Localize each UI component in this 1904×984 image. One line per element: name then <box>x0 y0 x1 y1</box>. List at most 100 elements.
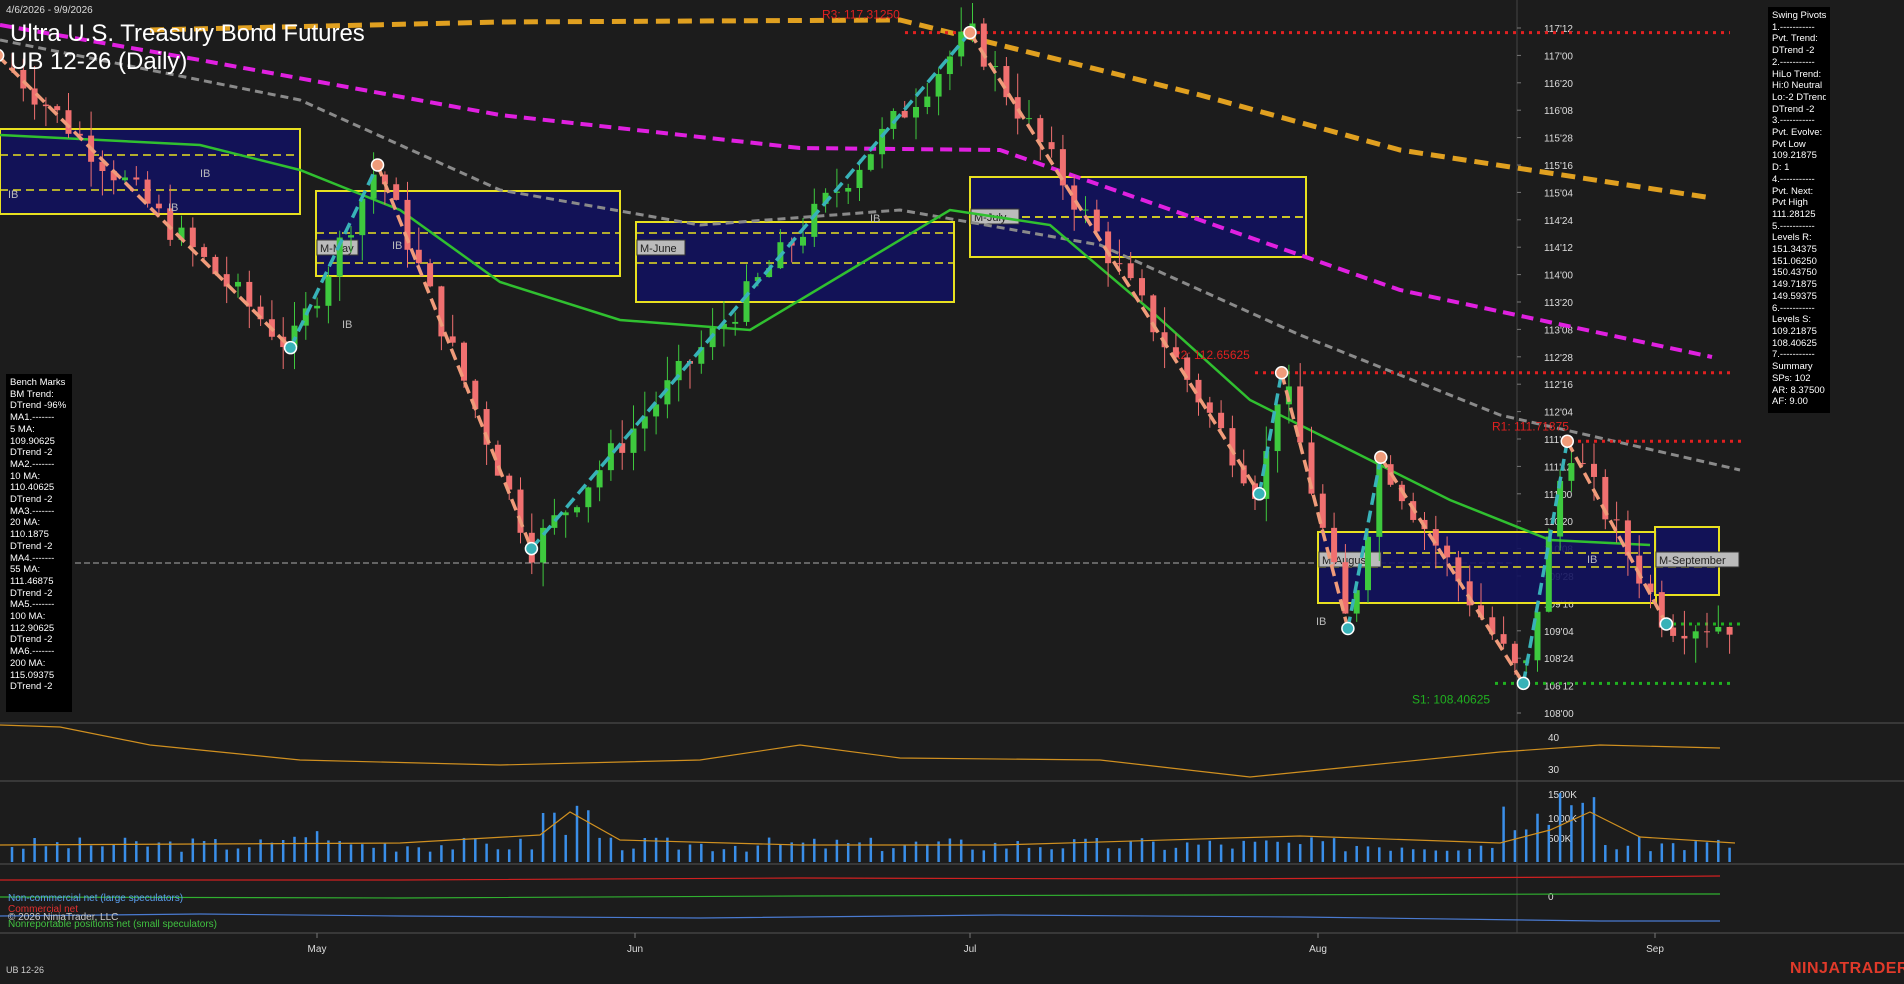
swing-point-marker <box>283 340 298 355</box>
candle-body <box>438 286 445 337</box>
swing-pivots-line: 3.----------- <box>1772 115 1815 127</box>
bench-marks-line: 55 MA: <box>10 564 41 576</box>
swing-pivots-line: Lo:-2 DTrend <box>1772 91 1826 103</box>
ib-label: IB <box>342 319 352 331</box>
price-tick-label: 115'28 <box>1544 134 1573 145</box>
swing-point-marker <box>963 25 977 40</box>
swing-pivots-line: 1.----------- <box>1772 21 1815 33</box>
candle-body <box>427 263 434 287</box>
candle-body <box>958 31 965 57</box>
legend-nonreportable: Nonreportable positions net (small specu… <box>8 919 217 930</box>
swing-point-marker <box>1341 621 1355 636</box>
candle-body <box>845 188 852 192</box>
candle-body <box>415 249 422 264</box>
candle-body <box>1624 520 1631 556</box>
candle-body <box>393 184 400 200</box>
candle-body <box>133 177 140 180</box>
swing-point-marker <box>370 158 385 172</box>
swing-line <box>1279 372 1350 629</box>
candle-body <box>1093 209 1100 232</box>
bench-marks-line: MA5.------- <box>10 599 55 611</box>
r1-label: R1: 111.71875 <box>1492 419 1569 433</box>
candle-body <box>155 203 162 209</box>
title-line-2: UB 12-26 (Daily) <box>10 48 188 75</box>
candle-body <box>607 443 614 471</box>
candle-body <box>1082 209 1089 211</box>
candle-body <box>1048 142 1055 150</box>
bench-marks-line: 20 MA: <box>10 517 41 529</box>
swing-pivots-line: 5.----------- <box>1772 220 1815 232</box>
swing-pivots-line: 151.06250 <box>1772 255 1817 267</box>
swing-point-marker <box>1560 434 1575 449</box>
candle-body <box>811 203 818 237</box>
swing-pivots-line: DTrend -2 <box>1772 103 1815 115</box>
candle-body <box>54 106 61 111</box>
bench-marks-line: 112.90625 <box>10 622 55 634</box>
candle-body <box>1026 118 1032 120</box>
price-tick-label: 116'20 <box>1544 79 1573 90</box>
candle-body <box>42 104 49 107</box>
ib-label: IB <box>8 189 18 201</box>
bench-marks-line: DTrend -2 <box>10 587 53 599</box>
bench-marks-line: 115.09375 <box>10 669 55 681</box>
r2-label: R2: 112.65625 <box>1172 348 1250 362</box>
candle-body <box>449 336 456 343</box>
ma-200-line <box>149 17 1713 201</box>
candle-body <box>1444 545 1451 558</box>
candle-body <box>122 177 128 181</box>
indicator-tick-label: 30 <box>1548 765 1560 776</box>
swing-pivots-line: 149.59375 <box>1772 290 1817 302</box>
bench-marks-line: 110.1875 <box>10 529 49 541</box>
bench-marks-line: MA6.------- <box>10 646 55 658</box>
month-box <box>969 176 1307 258</box>
chart-title: Ultra U.S. Treasury Bond Futures UB 12-2… <box>10 20 365 76</box>
candle-body <box>1331 527 1338 563</box>
date-range: 4/6/2026 - 9/9/2026 <box>6 5 93 16</box>
swing-pivots-line: 151.34375 <box>1772 244 1817 256</box>
swing-pivots-line: 4.----------- <box>1772 173 1815 185</box>
candle-body <box>235 281 241 287</box>
candle-body <box>1511 643 1518 664</box>
candle-body <box>325 276 332 306</box>
candle-body <box>574 507 580 513</box>
swing-pivots-line: AF: 9.00 <box>1772 396 1808 408</box>
swing-pivots-line: Levels R: <box>1772 232 1812 244</box>
price-tick-label: 112'16 <box>1544 380 1573 391</box>
swing-point-marker <box>1659 617 1674 631</box>
swing-pivots-line: Levels S: <box>1772 314 1812 326</box>
r3-label: R3: 117.31250 <box>822 8 900 22</box>
bench-marks-line: 111.46875 <box>10 575 54 587</box>
title-line-1: Ultra U.S. Treasury Bond Futures <box>10 20 365 47</box>
candle-body <box>201 247 208 257</box>
legend-noncommercial: Non-commercial net (large speculators) <box>8 893 184 904</box>
swing-pivots-line: SPs: 102 <box>1772 372 1811 384</box>
bench-marks-line: 110.40625 <box>10 482 55 494</box>
ib-label: IB <box>1587 554 1597 566</box>
price-tick-label: 114'12 <box>1544 243 1573 254</box>
bench-marks-line: MA4.------- <box>10 552 55 564</box>
candle-body <box>1613 519 1620 521</box>
price-tick-label: 115'04 <box>1544 188 1573 199</box>
swing-pivots-line: 111.28125 <box>1772 208 1816 220</box>
price-tick-label: 111'12 <box>1544 462 1573 473</box>
swing-pivots-panel: Swing Pivots 1.----------- Pvt. Trend: DTre… <box>1768 7 1830 413</box>
candle-body <box>800 236 806 246</box>
candle-body <box>913 106 919 118</box>
candle-body <box>348 235 354 238</box>
candle-body <box>189 227 196 248</box>
swing-pivots-line: DTrend -2 <box>1772 45 1815 57</box>
bench-marks-line: DTrend -2 <box>10 447 53 459</box>
bench-marks-line: Bench Marks <box>10 377 66 388</box>
swing-pivots-line: 109.21875 <box>1772 325 1817 337</box>
swing-pivots-line: 150.43750 <box>1772 267 1817 279</box>
bench-marks-line: BM Trend: <box>10 388 54 400</box>
month-box-label: M-September <box>1659 555 1726 567</box>
candle-body <box>856 169 863 189</box>
candle-body <box>867 154 874 170</box>
swing-pivots-line: Pvt Low <box>1772 138 1806 150</box>
swing-point-marker <box>1252 487 1267 501</box>
candle-body <box>1568 463 1575 481</box>
swing-pivots-line: Hi:0 Neutral <box>1772 80 1823 92</box>
month-box-label: M-June <box>640 243 677 255</box>
swing-pivots-line: 149.71875 <box>1772 279 1817 291</box>
